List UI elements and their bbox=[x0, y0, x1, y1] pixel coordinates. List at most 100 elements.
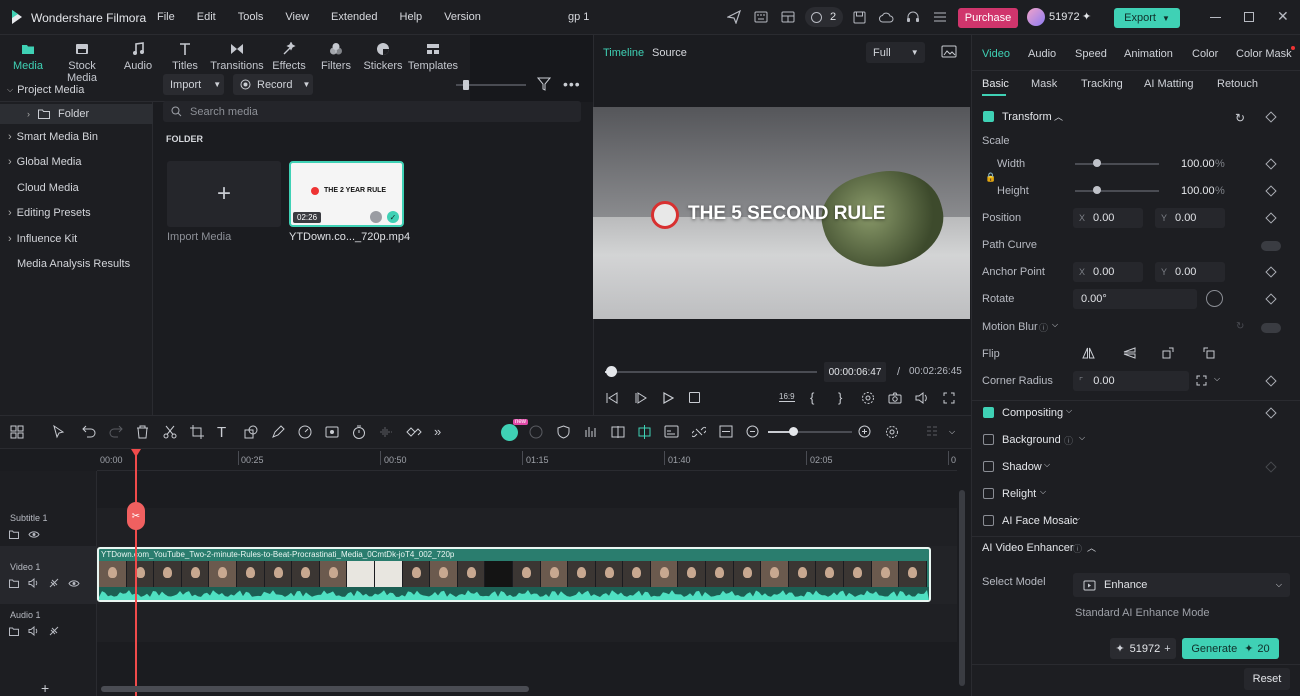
info-icon[interactable]: ⓘ bbox=[1039, 321, 1048, 334]
duration-timer-icon[interactable] bbox=[352, 425, 366, 439]
text-tool-icon[interactable]: T bbox=[217, 424, 226, 441]
stop-icon[interactable] bbox=[689, 392, 700, 403]
width-value[interactable]: 100.00 bbox=[1181, 158, 1215, 170]
beat-sync-icon[interactable] bbox=[584, 425, 598, 439]
search-field[interactable]: Search media bbox=[163, 101, 581, 122]
layout-grid-icon[interactable] bbox=[10, 425, 24, 439]
more-tools-icon[interactable]: » bbox=[434, 424, 441, 439]
zoom-out-icon[interactable] bbox=[746, 425, 759, 438]
chevron-up-icon[interactable]: ︿ bbox=[1054, 110, 1063, 123]
tool-media[interactable]: Media bbox=[0, 40, 56, 72]
lock-track-icon[interactable] bbox=[49, 626, 59, 636]
import-media-tile[interactable]: + bbox=[167, 161, 281, 227]
subtab-basic[interactable]: Basic bbox=[982, 78, 1009, 90]
menu-extended[interactable]: Extended bbox=[331, 11, 377, 23]
zoom-slider-handle[interactable] bbox=[789, 427, 798, 436]
reset-button[interactable]: Reset bbox=[1244, 668, 1290, 690]
relight-checkbox[interactable] bbox=[983, 488, 994, 499]
unlink-icon[interactable] bbox=[692, 425, 706, 439]
caption-icon[interactable] bbox=[664, 425, 679, 438]
minimize-icon[interactable] bbox=[1210, 17, 1221, 18]
tool-titles[interactable]: Titles bbox=[157, 40, 213, 72]
credits-badge[interactable]: ✦ 51972 + bbox=[1110, 638, 1176, 659]
render-settings-icon[interactable] bbox=[861, 391, 875, 405]
cloud-upload-icon[interactable] bbox=[875, 6, 897, 28]
layout-icon[interactable] bbox=[777, 6, 799, 28]
position-x-field[interactable]: X 0.00 bbox=[1073, 208, 1143, 228]
playhead[interactable] bbox=[135, 449, 137, 696]
media-clip-thumbnail[interactable]: THE 2 YEAR RULE 02:26 ✓ bbox=[289, 161, 404, 227]
tab-color[interactable]: Color bbox=[1192, 48, 1218, 60]
chevron-down-icon[interactable]: ⌵ bbox=[949, 427, 955, 437]
previous-frame-icon[interactable] bbox=[606, 392, 618, 404]
scrollbar-thumb[interactable] bbox=[101, 686, 529, 692]
record-dropdown[interactable]: Record ▼ bbox=[233, 74, 313, 95]
menu-help[interactable]: Help bbox=[400, 11, 423, 23]
video-clip[interactable]: YTDown.com_YouTube_Two-2-minute-Rules-to… bbox=[97, 547, 931, 602]
notifications-button[interactable]: 2 bbox=[805, 7, 843, 27]
settings-gear-icon[interactable] bbox=[885, 425, 899, 439]
tool-templates[interactable]: Templates bbox=[405, 40, 461, 72]
send-icon[interactable] bbox=[723, 6, 745, 28]
delete-icon[interactable] bbox=[136, 425, 149, 439]
play-icon[interactable] bbox=[663, 392, 674, 404]
chevron-down-icon[interactable]: ⌵ bbox=[1052, 320, 1058, 330]
subtab-mask[interactable]: Mask bbox=[1031, 78, 1057, 90]
sidebar-item-influence-kit[interactable]: › Influence Kit bbox=[0, 229, 153, 249]
tab-timeline[interactable]: Timeline bbox=[603, 47, 644, 59]
sidebar-item-cloud-media[interactable]: Cloud Media bbox=[0, 178, 153, 198]
width-slider-handle[interactable] bbox=[1093, 159, 1101, 167]
add-track-icon[interactable]: + bbox=[41, 680, 49, 696]
step-forward-icon[interactable] bbox=[635, 392, 647, 404]
subtitle-lane[interactable] bbox=[97, 508, 957, 546]
sidebar-item-folder[interactable]: › Folder bbox=[0, 104, 153, 124]
slider-handle[interactable] bbox=[463, 80, 469, 90]
keyboard-icon[interactable] bbox=[750, 6, 772, 28]
tab-color-mask[interactable]: Color Mask bbox=[1236, 48, 1292, 60]
visibility-eye-icon[interactable] bbox=[68, 579, 80, 588]
info-icon[interactable]: ⓘ bbox=[1073, 542, 1082, 555]
sidebar-item-global-media[interactable]: › Global Media bbox=[0, 152, 153, 172]
avatar[interactable] bbox=[1027, 8, 1045, 26]
menu-file[interactable]: File bbox=[157, 11, 175, 23]
rotate-right-icon[interactable] bbox=[1162, 347, 1175, 359]
purchase-button[interactable]: Purchase bbox=[958, 8, 1018, 28]
playback-progress[interactable] bbox=[605, 371, 817, 373]
height-slider-handle[interactable] bbox=[1093, 186, 1101, 194]
mark-in-icon[interactable]: { bbox=[810, 390, 814, 405]
export-button[interactable]: Export ▼ bbox=[1114, 8, 1180, 28]
split-view-icon[interactable] bbox=[611, 425, 625, 439]
height-value[interactable]: 100.00 bbox=[1181, 185, 1215, 197]
corner-radius-field[interactable]: ⌜ 0.00 bbox=[1073, 371, 1189, 391]
menu-tools[interactable]: Tools bbox=[238, 11, 264, 23]
subtab-tracking[interactable]: Tracking bbox=[1081, 78, 1123, 90]
keyframe-path-icon[interactable] bbox=[406, 425, 422, 439]
close-icon[interactable]: ✕ bbox=[1277, 8, 1289, 25]
filter-icon[interactable] bbox=[537, 77, 551, 91]
tool-transitions[interactable]: Transitions bbox=[209, 40, 265, 72]
pen-draw-icon[interactable] bbox=[271, 425, 285, 439]
transform-checkbox[interactable] bbox=[983, 111, 994, 122]
headset-icon[interactable] bbox=[902, 6, 924, 28]
background-checkbox[interactable] bbox=[983, 434, 994, 445]
rotate-dial-icon[interactable] bbox=[1206, 290, 1223, 307]
vertical-scrollbar[interactable] bbox=[959, 490, 965, 686]
menu-edit[interactable]: Edit bbox=[197, 11, 216, 23]
flip-horizontal-icon[interactable] bbox=[1082, 347, 1095, 359]
lock-icon[interactable]: 🔒 bbox=[985, 172, 996, 183]
track-folder-icon[interactable] bbox=[9, 530, 19, 539]
shield-icon[interactable] bbox=[557, 425, 570, 439]
reset-icon[interactable]: ↻ bbox=[1236, 321, 1244, 332]
tool-stock-media[interactable]: Stock Media bbox=[54, 40, 110, 84]
motion-blur-toggle[interactable] bbox=[1261, 323, 1281, 333]
track-folder-icon[interactable] bbox=[9, 627, 19, 636]
reset-icon[interactable]: ↻ bbox=[1235, 111, 1245, 125]
generate-button[interactable]: Generate ✦ 20 bbox=[1182, 638, 1279, 659]
sidebar-item-smart-media-bin[interactable]: › Smart Media Bin bbox=[0, 127, 153, 147]
ai-copilot-icon[interactable] bbox=[501, 424, 518, 441]
chevron-down-icon[interactable]: ⌵ bbox=[1040, 487, 1046, 497]
info-icon[interactable]: ⓘ bbox=[1064, 434, 1073, 447]
menu-view[interactable]: View bbox=[285, 11, 309, 23]
height-slider[interactable] bbox=[1075, 190, 1159, 192]
shape-icon[interactable] bbox=[244, 425, 258, 439]
